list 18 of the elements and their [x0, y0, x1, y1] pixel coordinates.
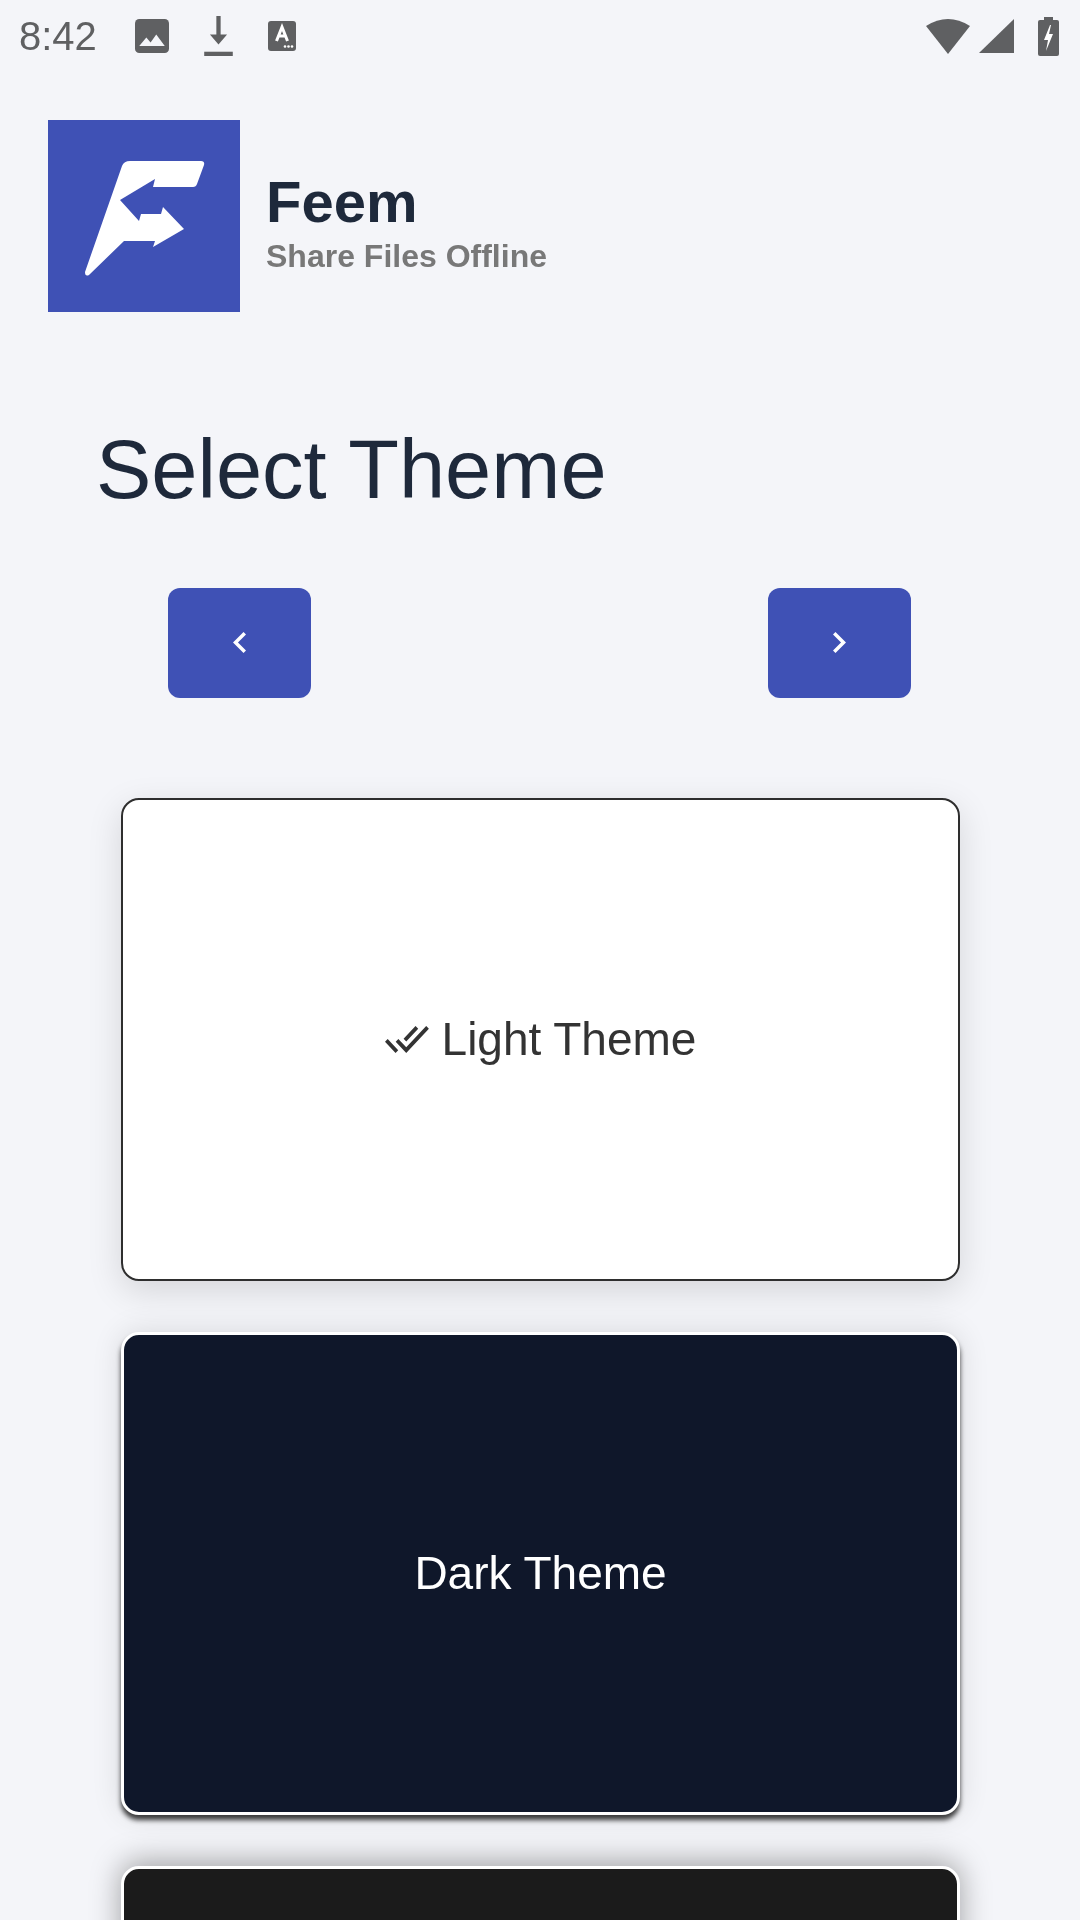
next-button[interactable]: [768, 587, 911, 698]
previous-button[interactable]: [168, 587, 311, 698]
theme-card[interactable]: Dark Theme: [121, 1331, 960, 1815]
theme-card[interactable]: Light Theme: [121, 797, 960, 1281]
download-icon: [203, 16, 233, 56]
signal-icon: [979, 19, 1014, 53]
app-name: Feem: [266, 169, 419, 234]
letter-tile-icon: [267, 21, 296, 51]
wifi-icon: [925, 18, 971, 54]
battery-charging-icon: [1038, 16, 1059, 56]
app-logo-icon: [48, 120, 240, 312]
chevron-left-icon: [233, 632, 246, 654]
image-icon: [134, 19, 169, 53]
app-tagline: Share Files Offline: [266, 239, 547, 275]
status-time: 8:42: [19, 16, 97, 56]
page-title: Select Theme: [96, 422, 607, 518]
double-check-icon: [384, 1025, 430, 1053]
chevron-right-icon: [833, 632, 846, 654]
